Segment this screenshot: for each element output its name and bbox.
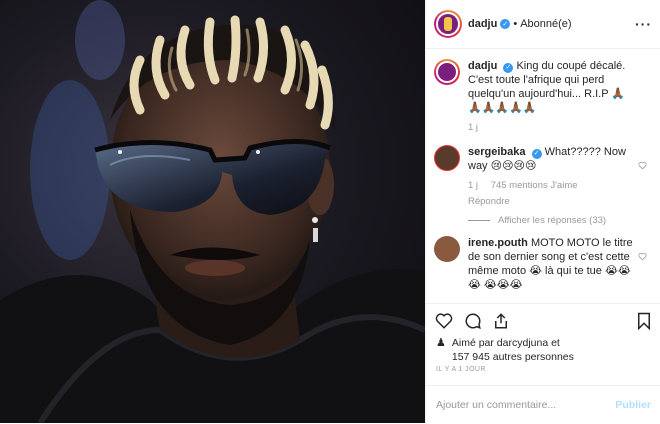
more-options-icon[interactable]: ··· bbox=[635, 16, 652, 32]
portrait-illustration bbox=[0, 0, 425, 423]
instagram-post: dadju ✓ • Abonné(e) ··· dadju ✓ King du … bbox=[0, 0, 660, 423]
caption-username[interactable]: dadju bbox=[468, 60, 497, 72]
avatar[interactable] bbox=[434, 59, 460, 85]
post-sidebar: dadju ✓ • Abonné(e) ··· dadju ✓ King du … bbox=[425, 0, 660, 423]
comment-bubble-icon[interactable] bbox=[464, 312, 482, 330]
divider bbox=[468, 220, 490, 221]
comment-username[interactable]: irene.pouth bbox=[468, 237, 528, 249]
like-comment-heart-icon[interactable] bbox=[638, 161, 647, 170]
comment-item: irene.pouth MOTO MOTO le titre de son de… bbox=[426, 226, 660, 292]
comment-likes[interactable]: 745 mentions J'aime bbox=[491, 180, 578, 191]
verified-badge-icon: ✓ bbox=[531, 149, 542, 159]
likes-line-1: Aimé par darcydjuna et bbox=[451, 337, 560, 349]
caption: dadju ✓ King du coupé décalé. C'est tout… bbox=[426, 49, 660, 135]
comment-username[interactable]: sergeibaka bbox=[468, 146, 525, 158]
save-bookmark-icon[interactable] bbox=[636, 312, 652, 330]
publish-button[interactable]: Publier bbox=[615, 399, 651, 411]
post-header: dadju ✓ • Abonné(e) ··· bbox=[426, 0, 660, 49]
post-photo[interactable] bbox=[0, 0, 425, 423]
view-replies-label: Afficher les réponses (33) bbox=[498, 215, 607, 226]
avatar[interactable] bbox=[434, 145, 460, 171]
likes-line-2: 157 945 autres personnes bbox=[451, 351, 574, 363]
caption-time[interactable]: 1 j bbox=[468, 122, 478, 133]
reply-button[interactable]: Répondre bbox=[468, 195, 635, 209]
share-icon[interactable] bbox=[492, 312, 510, 330]
user-avatar-icon: ♟ bbox=[436, 337, 446, 349]
action-bar bbox=[426, 303, 660, 338]
post-timestamp[interactable]: IL Y A 1 JOUR bbox=[436, 366, 486, 373]
follow-status-button[interactable]: Abonné(e) bbox=[520, 18, 571, 30]
comment-input[interactable]: Ajouter un commentaire... bbox=[436, 399, 556, 411]
verified-badge-icon: ✓ bbox=[503, 63, 514, 73]
view-replies-button[interactable]: Afficher les réponses (33) bbox=[468, 215, 660, 226]
like-heart-icon[interactable] bbox=[435, 312, 453, 330]
comment-time[interactable]: 1 j bbox=[468, 180, 478, 191]
avatar[interactable] bbox=[434, 10, 462, 38]
separator-dot: • bbox=[513, 18, 518, 30]
avatar[interactable] bbox=[434, 236, 460, 262]
comment-item: sergeibaka ✓ What????? Now way 😢😢😢😢 1 j … bbox=[426, 135, 660, 209]
like-comment-heart-icon[interactable] bbox=[638, 252, 647, 261]
comments-list[interactable]: dadju ✓ King du coupé décalé. C'est tout… bbox=[426, 49, 660, 303]
author-username[interactable]: dadju bbox=[468, 18, 497, 30]
verified-badge-icon: ✓ bbox=[500, 19, 511, 29]
likes-summary[interactable]: ♟ Aimé par darcydjuna et 157 945 autres … bbox=[436, 336, 574, 364]
comment-composer: Ajouter un commentaire... Publier bbox=[426, 385, 660, 424]
